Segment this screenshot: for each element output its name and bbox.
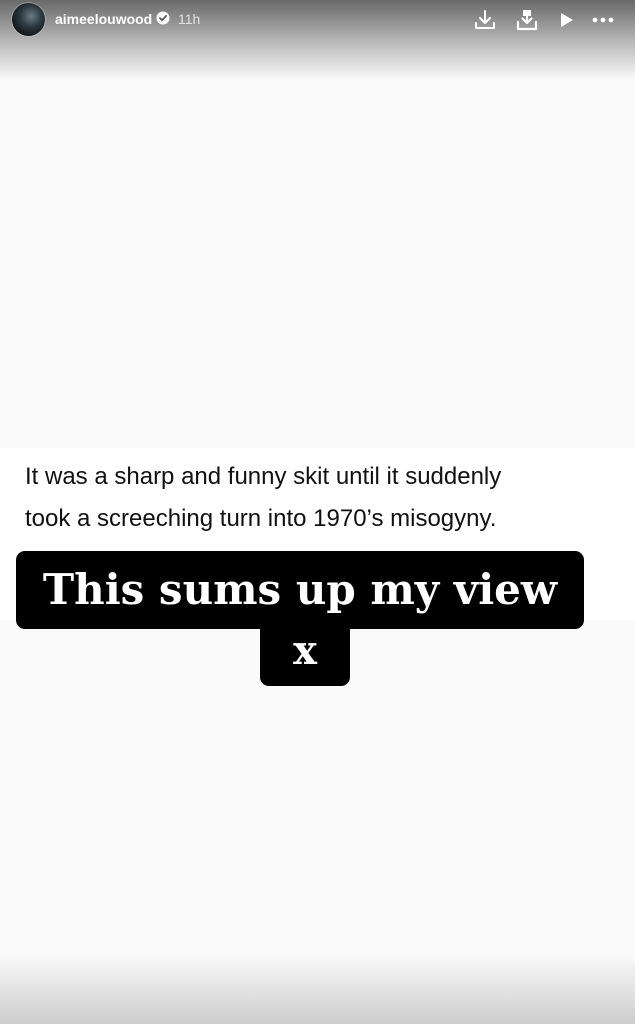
caption-line-2: x — [260, 618, 350, 686]
story-timestamp: 11h — [178, 11, 201, 27]
more-icon[interactable] — [590, 7, 616, 33]
play-icon[interactable] — [553, 7, 579, 33]
story-view: It was a sharp and funny skit until it s… — [0, 0, 635, 1024]
bottom-gradient — [0, 954, 635, 1024]
download-icon[interactable] — [472, 7, 498, 33]
verified-badge-icon — [156, 11, 170, 25]
username[interactable]: aimeelouwood — [55, 11, 152, 27]
save-icon[interactable] — [514, 7, 540, 33]
tweet-text-line-1: It was a sharp and funny skit until it s… — [25, 463, 502, 490]
tweet-text-line-2: took a screeching turn into 1970’s misog… — [25, 505, 497, 532]
avatar[interactable] — [12, 3, 45, 36]
story-header: aimeelouwood 11h — [0, 0, 635, 40]
